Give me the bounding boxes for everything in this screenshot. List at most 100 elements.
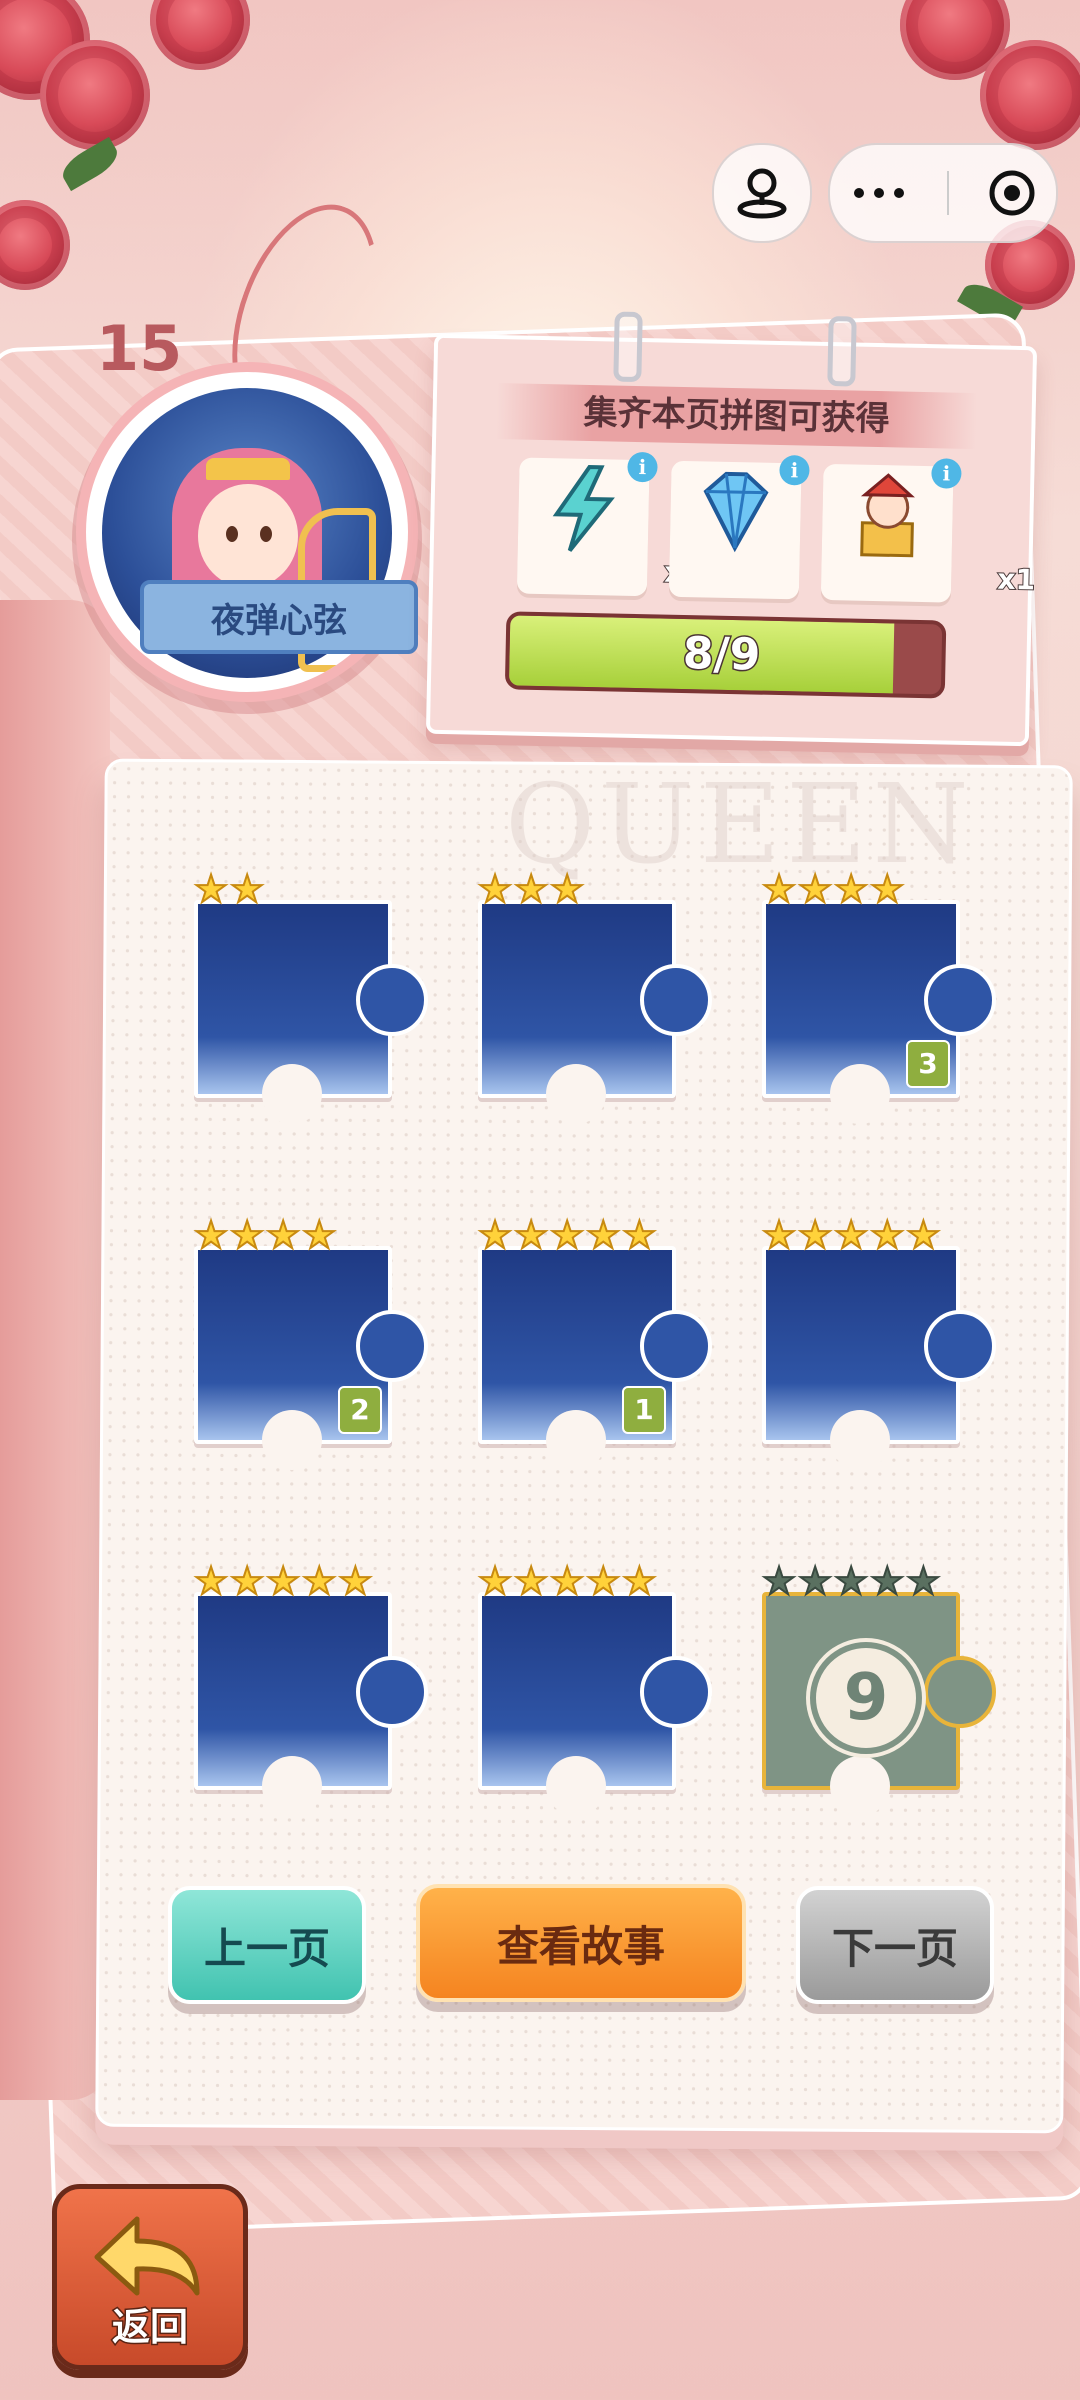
eye-icon <box>226 526 238 542</box>
star-icon: ★ <box>513 867 549 911</box>
star-icon: ★ <box>477 1559 513 1603</box>
duplicate-count-badge: 3 <box>906 1040 950 1088</box>
mini-program-capsule <box>828 143 1058 243</box>
puzzle-piece[interactable]: 2 <box>194 1246 428 1470</box>
star-icon: ★ <box>513 1559 549 1603</box>
reward-item-diamond[interactable]: i x100 <box>668 454 904 600</box>
star-icon: ★ <box>193 1213 229 1257</box>
puzzle-piece[interactable] <box>478 1592 712 1816</box>
star-icon: ★ <box>585 1213 621 1257</box>
eye-icon <box>260 526 272 542</box>
rose-decoration <box>0 200 70 290</box>
info-icon[interactable]: i <box>931 458 962 489</box>
piece-knob <box>640 1656 712 1728</box>
piece-knob <box>356 964 428 1036</box>
more-button[interactable] <box>849 183 909 203</box>
star-icon: ★ <box>337 1559 373 1603</box>
piece-hole <box>830 1756 890 1816</box>
puzzle-piece[interactable]: 9 <box>762 1592 996 1816</box>
piece-knob <box>924 964 996 1036</box>
badge-title-ribbon: 夜弹心弦 <box>114 580 444 654</box>
game-controller-button[interactable] <box>712 143 812 243</box>
piece-star-rating: ★ ★ ★ <box>477 867 585 911</box>
star-icon: ★ <box>797 1213 833 1257</box>
puzzle-piece[interactable]: 3 <box>762 900 996 1124</box>
reward-qty: x1 <box>996 562 1036 598</box>
star-icon: ★ <box>797 1559 833 1603</box>
star-icon: ★ <box>869 867 905 911</box>
piece-hole <box>830 1064 890 1124</box>
star-icon: ★ <box>869 1213 905 1257</box>
star-icon: ★ <box>477 1213 513 1257</box>
star-icon: ★ <box>833 1213 869 1257</box>
capsule-divider <box>947 171 949 215</box>
info-icon[interactable]: i <box>779 454 810 486</box>
target-icon <box>989 170 1035 216</box>
piece-knob <box>356 1310 428 1382</box>
star-icon: ★ <box>761 867 797 911</box>
binder-ring <box>613 311 643 383</box>
puzzle-piece[interactable] <box>762 1246 996 1470</box>
crown-icon <box>206 458 290 480</box>
rose-decoration <box>40 40 150 150</box>
piece-knob <box>924 1310 996 1382</box>
close-capsule-button[interactable] <box>987 168 1037 218</box>
star-icon: ★ <box>869 1559 905 1603</box>
piece-star-rating: ★ ★ ★ ★ ★ <box>477 1559 657 1603</box>
duplicate-count-badge: 2 <box>338 1386 382 1434</box>
reward-card: 集齐本页拼图可获得 i x1000 i x100 i x1 8/9 <box>425 311 1038 747</box>
piece-star-rating: ★ ★ ★ ★ ★ <box>761 1559 941 1603</box>
puzzle-piece[interactable] <box>194 900 428 1124</box>
piece-hole <box>830 1410 890 1470</box>
reward-title: 集齐本页拼图可获得 <box>496 383 978 450</box>
locked-piece-number: 9 <box>810 1642 922 1754</box>
view-story-button[interactable]: 查看故事 <box>416 1884 746 2002</box>
prev-page-button[interactable]: 上一页 <box>168 1886 366 2004</box>
piece-hole <box>546 1410 606 1470</box>
star-icon: ★ <box>761 1559 797 1603</box>
star-icon: ★ <box>549 867 585 911</box>
puzzle-piece[interactable]: 1 <box>478 1246 712 1470</box>
star-icon: ★ <box>265 1559 301 1603</box>
piece-star-rating: ★ ★ ★ ★ <box>761 867 905 911</box>
star-icon: ★ <box>833 867 869 911</box>
star-icon: ★ <box>905 1559 941 1603</box>
piece-star-rating: ★ ★ ★ ★ ★ <box>761 1213 941 1257</box>
star-icon: ★ <box>265 1213 301 1257</box>
next-page-button[interactable]: 下一页 <box>796 1886 994 2004</box>
joystick-icon <box>737 168 787 219</box>
star-icon: ★ <box>229 867 265 911</box>
piece-knob <box>924 1656 996 1728</box>
star-icon: ★ <box>833 1559 869 1603</box>
piece-star-rating: ★ ★ <box>193 867 265 911</box>
star-icon: ★ <box>477 867 513 911</box>
star-icon: ★ <box>621 1213 657 1257</box>
more-dots-icon <box>854 188 904 198</box>
star-icon: ★ <box>797 867 833 911</box>
rose-decoration <box>980 40 1080 150</box>
reward-item-jester[interactable]: i x1 <box>820 458 1036 603</box>
piece-knob <box>356 1656 428 1728</box>
info-icon[interactable]: i <box>627 451 658 483</box>
piece-knob <box>640 1310 712 1382</box>
puzzle-piece[interactable] <box>478 900 712 1124</box>
piece-knob <box>640 964 712 1036</box>
star-icon: ★ <box>905 1213 941 1257</box>
back-label: 返回 <box>110 2304 189 2351</box>
puzzle-piece[interactable] <box>194 1592 428 1816</box>
star-icon: ★ <box>229 1559 265 1603</box>
star-icon: ★ <box>229 1213 265 1257</box>
back-button[interactable]: 返回 <box>52 2184 248 2370</box>
star-icon: ★ <box>585 1559 621 1603</box>
piece-star-rating: ★ ★ ★ ★ <box>193 1213 337 1257</box>
piece-hole <box>546 1756 606 1816</box>
duplicate-count-badge: 1 <box>622 1386 666 1434</box>
reward-item-energy[interactable]: i x1000 <box>516 451 762 597</box>
star-icon: ★ <box>549 1213 585 1257</box>
notebook-left-fold <box>0 600 110 2100</box>
star-icon: ★ <box>513 1213 549 1257</box>
piece-star-rating: ★ ★ ★ ★ ★ <box>477 1213 657 1257</box>
piece-hole <box>262 1064 322 1124</box>
binder-ring <box>827 315 857 387</box>
piece-hole <box>546 1064 606 1124</box>
